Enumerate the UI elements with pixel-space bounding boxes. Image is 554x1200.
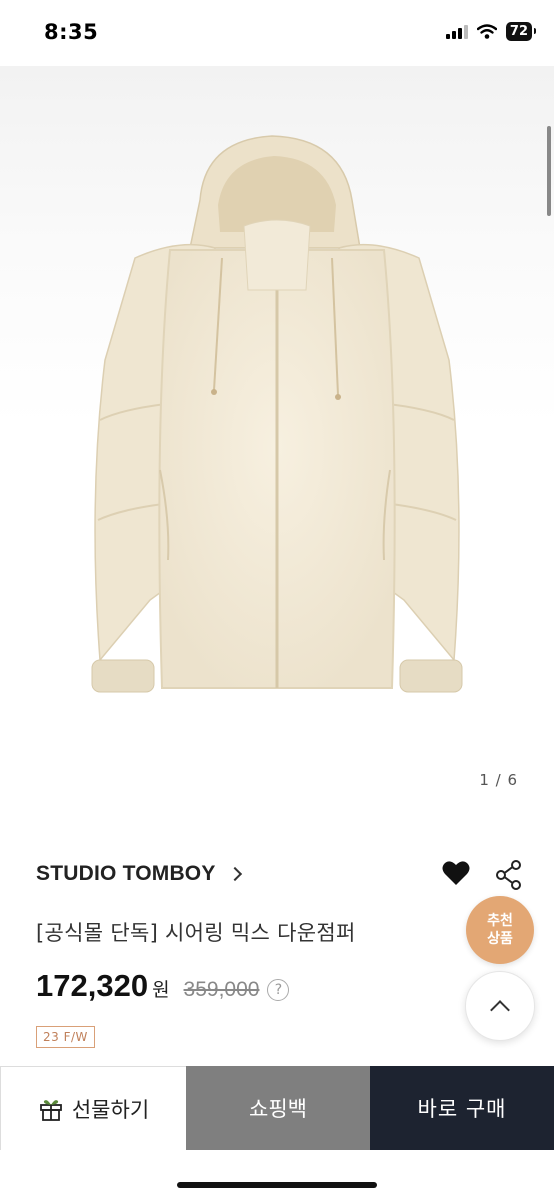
brand-name: STUDIO TOMBOY: [36, 862, 216, 885]
bottom-action-bar: 선물하기 쇼핑백 바로 구매: [0, 1066, 554, 1150]
product-image: [91, 135, 463, 693]
product-title: [공식몰 단독] 시어링 믹스 다운점퍼: [36, 921, 356, 945]
heart-icon[interactable]: [442, 860, 470, 886]
brand-link[interactable]: STUDIO TOMBOY: [36, 862, 242, 886]
wifi-icon: [476, 24, 497, 39]
signal-icon: [445, 24, 468, 39]
recommend-label-line1: 추천: [487, 913, 513, 929]
original-price: 359,000: [183, 978, 260, 1001]
chevron-right-icon: [227, 866, 242, 882]
help-icon[interactable]: ?: [267, 979, 290, 1001]
buy-now-label: 바로 구매: [417, 1097, 507, 1121]
season-badge: 23 F/W: [36, 1026, 95, 1048]
status-time: 8:35: [44, 20, 99, 44]
recommend-products-button[interactable]: 추천 상품: [466, 896, 534, 964]
sale-price: 172,320: [36, 968, 149, 1003]
home-indicator[interactable]: [177, 1182, 377, 1188]
shopping-bag-label: 쇼핑백: [249, 1097, 307, 1121]
scrollbar[interactable]: [547, 126, 551, 216]
price-row: 172,320 원 359,000 ?: [36, 968, 290, 1004]
chevron-up-icon: [490, 1000, 510, 1020]
status-bar: 8:35 72: [0, 0, 554, 66]
product-image-gallery[interactable]: 1 / 6: [0, 66, 554, 810]
recommend-label-line2: 상품: [487, 931, 513, 947]
status-icons: 72: [445, 22, 537, 41]
buy-now-button[interactable]: 바로 구매: [370, 1066, 554, 1150]
currency-unit: 원: [152, 979, 170, 1001]
home-area: [0, 1150, 554, 1200]
gift-button[interactable]: 선물하기: [0, 1066, 186, 1150]
scroll-top-button[interactable]: [465, 971, 535, 1041]
gift-label: 선물하기: [71, 1097, 150, 1122]
shopping-bag-button[interactable]: 쇼핑백: [186, 1066, 370, 1150]
battery-icon: 72: [505, 22, 537, 41]
image-counter: 1 / 6: [479, 771, 518, 789]
gift-icon: [39, 1099, 62, 1121]
share-icon[interactable]: [495, 860, 523, 890]
